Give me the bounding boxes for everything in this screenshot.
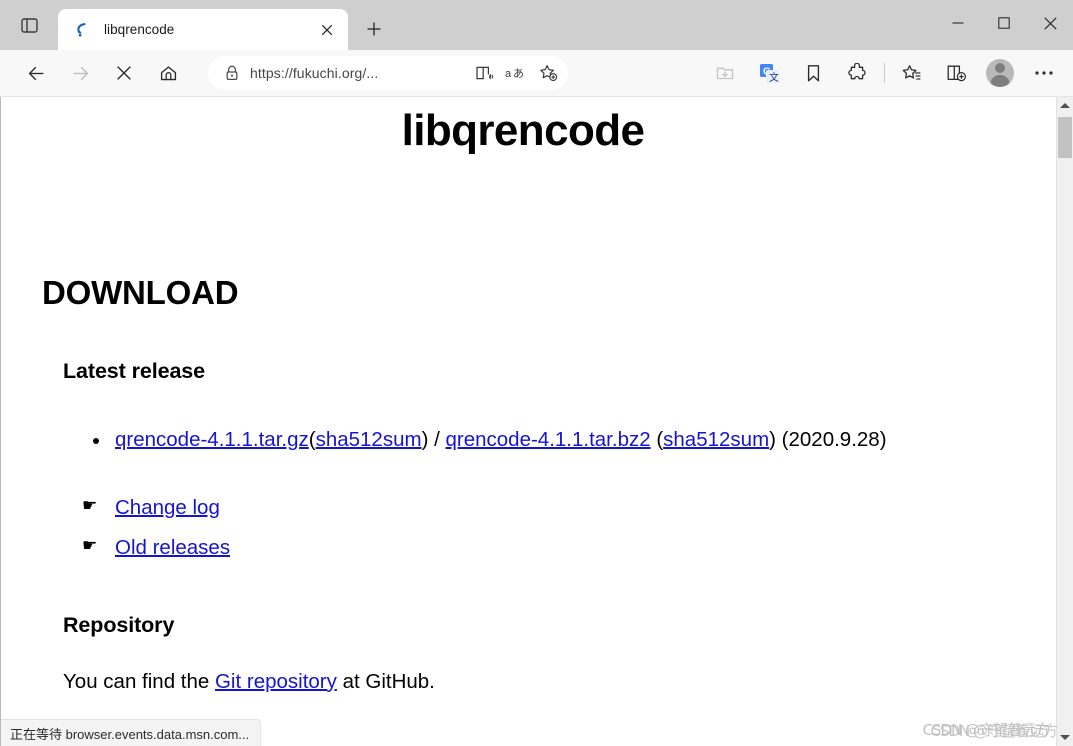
svg-text:文: 文	[769, 71, 779, 84]
scroll-up-arrow[interactable]	[1057, 97, 1073, 114]
split-screen-icon[interactable]	[939, 56, 973, 90]
release-date: (2020.9.28)	[781, 428, 887, 451]
collections-download-icon	[708, 56, 742, 90]
read-aloud-icon[interactable]	[468, 59, 500, 87]
maximize-button[interactable]	[981, 0, 1027, 46]
page-viewport: libqrencode DOWNLOAD Latest release qren…	[0, 97, 1073, 746]
text-preferences-icon[interactable]: a あ	[500, 59, 532, 87]
profile-avatar[interactable]	[983, 56, 1017, 90]
status-bar: 正在等待 browser.events.data.msn.com...	[1, 719, 262, 746]
repository-paragraph: You can find the Git repository at GitHu…	[63, 668, 1045, 697]
svg-text:a: a	[505, 68, 512, 80]
page-title: libqrencode	[401, 106, 645, 155]
lock-icon[interactable]	[220, 65, 244, 81]
old-releases-link[interactable]: Old releases	[115, 536, 230, 559]
tab-actions-left	[0, 0, 58, 50]
forward-arrow-icon	[62, 56, 98, 90]
libqrencode-favicon	[72, 20, 92, 40]
tarbz2-download-link[interactable]: qrencode-4.1.1.tar.bz2	[445, 428, 650, 451]
close-paren-slash: ) /	[421, 428, 446, 451]
toolbar-divider	[884, 63, 885, 83]
release-list: qrencode-4.1.1.tar.gz(sha512sum) / qrenc…	[42, 426, 1045, 454]
latest-release-heading: Latest release	[63, 359, 206, 383]
list-item: ☛ Change log	[82, 488, 1045, 528]
minimize-button[interactable]	[935, 0, 981, 46]
avatar	[986, 59, 1014, 87]
change-log-link[interactable]: Change log	[115, 496, 220, 519]
collections-icon[interactable]	[895, 56, 929, 90]
git-repository-link[interactable]: Git repository	[215, 670, 337, 693]
repo-text-after: at GitHub.	[336, 669, 435, 693]
url-text[interactable]: https://fukuchi.org/...	[244, 65, 468, 81]
extensions-puzzle-icon[interactable]	[840, 56, 874, 90]
repository-heading: Repository	[63, 612, 175, 637]
title-bar: libqrencode	[0, 0, 1073, 50]
pointing-hand-icon: ☛	[82, 535, 98, 556]
browser-tab[interactable]: libqrencode	[58, 9, 348, 50]
close-paren-2: )	[769, 428, 782, 451]
open-paren: (	[308, 428, 316, 451]
download-heading: DOWNLOAD	[42, 274, 239, 311]
tab-search-icon[interactable]	[14, 10, 44, 40]
settings-more-icon[interactable]	[1027, 56, 1061, 90]
list-item: ☛ Old releases	[82, 528, 1045, 568]
window-controls	[935, 0, 1073, 46]
open-paren-2: (	[650, 428, 664, 451]
targz-download-link[interactable]: qrencode-4.1.1.tar.gz	[115, 428, 309, 451]
add-favorite-icon[interactable]	[532, 59, 564, 87]
scroll-thumb[interactable]	[1058, 117, 1072, 158]
google-translate-icon[interactable]: G 文	[752, 56, 786, 90]
pointing-hand-icon: ☛	[82, 495, 98, 516]
address-bar[interactable]: https://fukuchi.org/... a あ	[208, 56, 568, 90]
tarbz2-sha512sum-link[interactable]: sha512sum	[663, 428, 769, 451]
favorites-bookmark-icon[interactable]	[796, 56, 830, 90]
stop-loading-icon[interactable]	[106, 56, 142, 90]
close-icon[interactable]	[314, 17, 340, 43]
page-body: DOWNLOAD Latest release qrencode-4.1.1.t…	[1, 274, 1045, 696]
navigation-toolbar: https://fukuchi.org/... a あ 文	[0, 50, 1073, 97]
targz-sha512sum-link[interactable]: sha512sum	[316, 428, 422, 451]
browser-window: libqrencode https://fukuchi.org/... a あ …	[0, 0, 1073, 746]
svg-text:あ: あ	[513, 67, 524, 80]
close-button[interactable]	[1027, 0, 1073, 46]
back-arrow-icon[interactable]	[18, 56, 54, 90]
repo-text-before: You can find the	[63, 669, 215, 693]
scroll-down-arrow[interactable]	[1057, 729, 1073, 746]
vertical-scrollbar[interactable]	[1056, 97, 1073, 746]
list-item: qrencode-4.1.1.tar.gz(sha512sum) / qrenc…	[82, 426, 1045, 454]
status-text: 正在等待 browser.events.data.msn.com...	[10, 726, 250, 742]
home-icon[interactable]	[150, 56, 186, 90]
tab-title: libqrencode	[104, 22, 175, 37]
hand-link-list: ☛ Change log ☛ Old releases	[42, 488, 1045, 568]
new-tab-button[interactable]	[356, 11, 392, 47]
web-page-content: libqrencode DOWNLOAD Latest release qren…	[1, 97, 1045, 746]
